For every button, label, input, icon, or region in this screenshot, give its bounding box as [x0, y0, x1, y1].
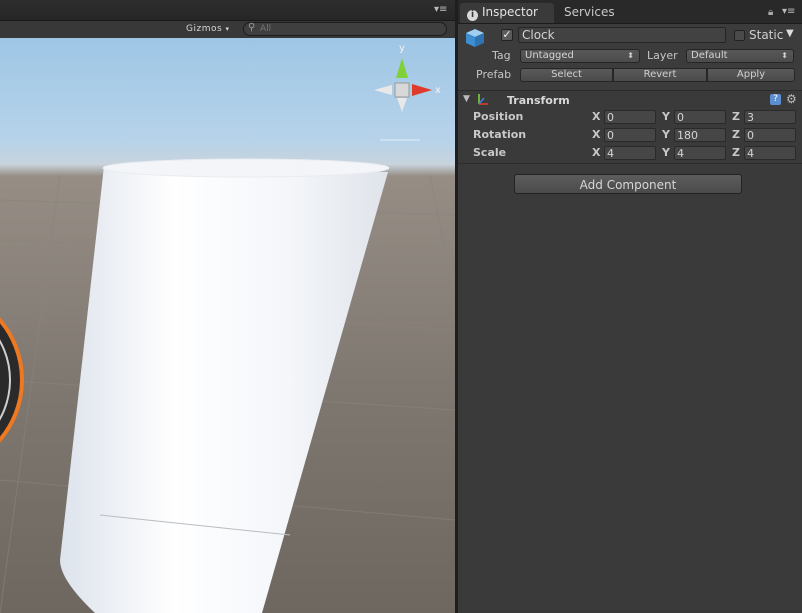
- scene-view-panel: ▾≡ y x Gizmos ▾ ⚲ All: [0, 0, 455, 613]
- inspector-tab-bar: i Inspector Services 🔒︎ ▾≡: [458, 0, 802, 24]
- active-checkbox[interactable]: ✓: [501, 29, 513, 41]
- updown-arrows-icon: ⬍: [781, 51, 788, 60]
- scene-toolbar: ▾≡: [0, 0, 455, 21]
- gear-icon[interactable]: ⚙: [786, 92, 797, 106]
- info-icon: i: [467, 10, 478, 21]
- cube-icon: [466, 29, 484, 47]
- axis-x-label: X: [592, 146, 601, 159]
- axis-z-label: Z: [732, 146, 740, 159]
- foldout-arrow-icon[interactable]: ▼: [463, 94, 470, 104]
- add-component-button[interactable]: Add Component: [514, 174, 742, 194]
- clock-object[interactable]: [0, 288, 24, 472]
- scale-x-field[interactable]: [604, 146, 656, 160]
- scene-orientation-gizmo[interactable]: [374, 58, 432, 141]
- position-x-field[interactable]: [604, 110, 656, 124]
- rotation-label: Rotation: [473, 128, 527, 141]
- gizmos-label: Gizmos: [186, 24, 223, 34]
- static-dropdown-arrow[interactable]: ▼: [786, 28, 794, 39]
- inspector-panel: i Inspector Services 🔒︎ ▾≡ ✓ Static ▼ Tag…: [458, 0, 802, 613]
- axis-y-label: Y: [662, 110, 670, 123]
- tag-value: Untagged: [525, 50, 574, 61]
- prefab-revert-button[interactable]: Revert: [613, 68, 707, 82]
- transform-axes-icon: [478, 94, 488, 105]
- position-label: Position: [473, 110, 524, 123]
- axis-y-label: Y: [662, 128, 670, 141]
- tab-inspector[interactable]: i Inspector: [460, 3, 554, 23]
- panel-menu-icon[interactable]: ▾≡: [782, 6, 795, 17]
- scale-z-field[interactable]: [744, 146, 796, 160]
- scene-viewport[interactable]: y x: [0, 38, 455, 613]
- tab-services-label: Services: [564, 5, 615, 19]
- static-checkbox[interactable]: [734, 30, 745, 41]
- axis-z-label: Z: [732, 110, 740, 123]
- scale-label: Scale: [473, 146, 507, 159]
- gizmo-x-label: x: [435, 85, 441, 96]
- rotation-x-field[interactable]: [604, 128, 656, 142]
- cylinder-object[interactable]: [60, 158, 390, 613]
- chevron-down-icon: ▾: [225, 25, 230, 33]
- scene-render: [0, 58, 455, 613]
- scene-search-input[interactable]: [260, 23, 440, 35]
- axis-x-label: X: [592, 110, 601, 123]
- gameobject-name-field[interactable]: [518, 27, 726, 43]
- rotation-y-field[interactable]: [674, 128, 726, 142]
- scale-y-field[interactable]: [674, 146, 726, 160]
- layer-label: Layer: [647, 49, 678, 62]
- layer-dropdown[interactable]: Default ⬍: [686, 49, 794, 63]
- axis-y-label: Y: [662, 146, 670, 159]
- tab-inspector-label: Inspector: [482, 5, 538, 19]
- search-icon: ⚲: [248, 22, 256, 33]
- transform-title: Transform: [507, 94, 570, 107]
- tag-dropdown[interactable]: Untagged ⬍: [520, 49, 640, 63]
- rotation-z-field[interactable]: [744, 128, 796, 142]
- prefab-apply-button[interactable]: Apply: [707, 68, 795, 82]
- transform-component: ▼ Transform ? ⚙ Position X Y Z Rotation …: [458, 90, 802, 164]
- gameobject-header: ✓ Static ▼ Tag Untagged ⬍ Layer Default …: [458, 24, 802, 90]
- gizmo-y-label: y: [399, 43, 405, 54]
- tag-label: Tag: [492, 49, 511, 62]
- position-z-field[interactable]: [744, 110, 796, 124]
- lock-icon[interactable]: 🔒︎: [768, 7, 773, 18]
- tab-services[interactable]: Services: [564, 3, 615, 23]
- prefab-label: Prefab: [476, 68, 512, 81]
- scene-search-box[interactable]: ⚲: [243, 22, 447, 36]
- gizmos-dropdown[interactable]: Gizmos ▾: [182, 22, 234, 36]
- help-book-icon[interactable]: ?: [770, 94, 781, 105]
- updown-arrows-icon: ⬍: [627, 51, 634, 60]
- static-label: Static: [749, 28, 784, 42]
- layer-value: Default: [691, 50, 728, 61]
- prefab-select-button[interactable]: Select: [520, 68, 613, 82]
- position-y-field[interactable]: [674, 110, 726, 124]
- axis-z-label: Z: [732, 128, 740, 141]
- axis-x-label: X: [592, 128, 601, 141]
- panel-menu-icon[interactable]: ▾≡: [434, 4, 447, 15]
